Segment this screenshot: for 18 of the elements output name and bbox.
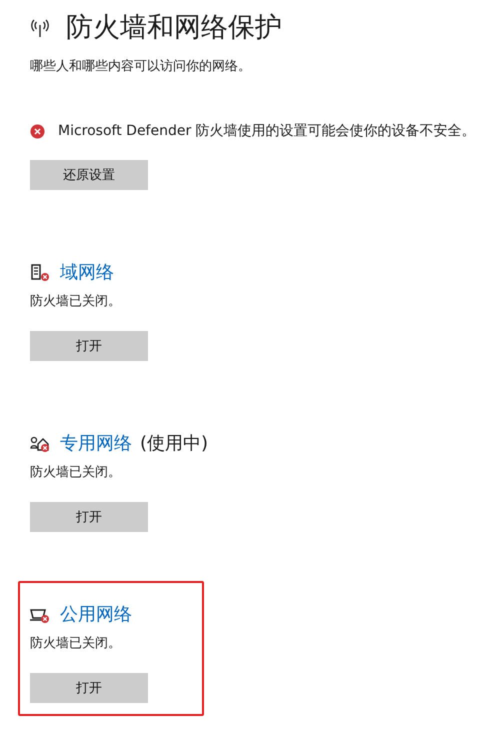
firewall-status: 防火墙已关闭。: [30, 635, 122, 653]
network-link[interactable]: 专用网络: [60, 431, 132, 455]
firewall-status: 防火墙已关闭。: [30, 464, 122, 482]
house-icon: [30, 434, 50, 452]
turn-on-button[interactable]: 打开: [30, 331, 148, 361]
network-link[interactable]: 域网络: [60, 260, 114, 284]
firewall-status: 防火墙已关闭。: [30, 293, 122, 311]
network-link[interactable]: 公用网络: [60, 602, 132, 626]
page-subtitle: 哪些人和哪些内容可以访问你的网络。: [30, 58, 252, 76]
in-use-label: (使用中): [140, 432, 208, 455]
error-icon: [30, 124, 45, 138]
turn-on-button[interactable]: 打开: [30, 673, 148, 703]
antenna-icon: [30, 18, 50, 38]
turn-on-button[interactable]: 打开: [30, 502, 148, 532]
warning-message: Microsoft Defender 防火墙使用的设置可能会使你的设备不安全。: [58, 122, 476, 140]
building-icon: [30, 264, 50, 280]
restore-settings-button[interactable]: 还原设置: [30, 160, 148, 190]
page-title: 防火墙和网络保护: [66, 11, 282, 45]
